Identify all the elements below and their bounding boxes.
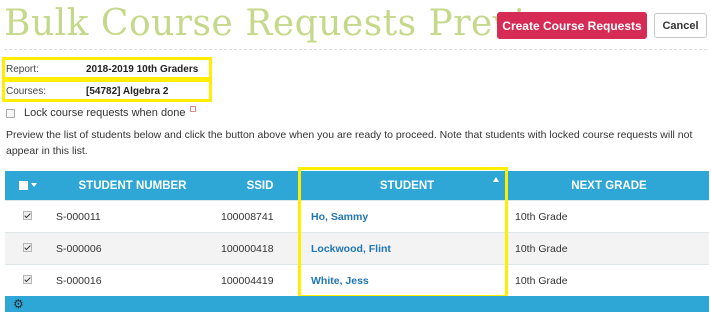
- next-grade-cell: 10th Grade: [509, 232, 709, 265]
- ssid-cell: 100000418: [215, 232, 305, 265]
- chevron-down-icon[interactable]: [30, 183, 37, 188]
- student-number-cell: S-000016: [50, 264, 215, 296]
- column-header-next-grade[interactable]: NEXT GRADE: [509, 171, 709, 201]
- create-course-requests-button[interactable]: Create Course Requests: [497, 12, 647, 39]
- report-label: Report:: [6, 64, 39, 75]
- column-header-ssid[interactable]: SSID: [215, 171, 305, 201]
- report-value: 2018-2019 10th Graders: [86, 64, 199, 75]
- row-select-cell[interactable]: [5, 264, 50, 296]
- lock-label[interactable]: Lock course requests when done: [24, 107, 185, 119]
- courses-row: Courses: [54782] Algebra 2: [6, 85, 168, 99]
- ssid-cell: 100004419: [215, 264, 305, 296]
- help-icon[interactable]: [190, 106, 197, 112]
- student-number-cell: S-000011: [50, 200, 215, 233]
- student-number-cell: S-000006: [50, 232, 215, 265]
- lock-option[interactable]: Lock course requests when done: [6, 106, 197, 119]
- courses-value: [54782] Algebra 2: [86, 86, 169, 97]
- courses-label: Courses:: [6, 86, 47, 97]
- lock-checkbox[interactable]: [6, 108, 15, 118]
- row-checkbox[interactable]: [23, 242, 32, 252]
- select-all-header[interactable]: [5, 171, 50, 201]
- page-title: Bulk Course Requests Preview: [4, 3, 579, 44]
- gear-icon[interactable]: ⚙: [13, 298, 24, 310]
- next-grade-cell: 10th Grade: [509, 200, 709, 233]
- row-select-cell[interactable]: [5, 232, 50, 265]
- row-checkbox[interactable]: [23, 274, 32, 284]
- cancel-button[interactable]: Cancel: [654, 13, 707, 38]
- column-header-student-number[interactable]: STUDENT NUMBER: [50, 171, 215, 201]
- header-divider: [4, 49, 707, 50]
- select-all-checkbox[interactable]: [18, 180, 28, 190]
- student-column-highlight: [298, 167, 508, 298]
- report-row: Report: 2018-2019 10th Graders: [6, 63, 198, 77]
- next-grade-cell: 10th Grade: [509, 264, 709, 296]
- row-select-cell[interactable]: [5, 200, 50, 233]
- ssid-cell: 100008741: [215, 200, 305, 233]
- row-checkbox[interactable]: [23, 210, 32, 220]
- table-footer: ⚙: [5, 296, 709, 312]
- instructions-text: Preview the list of students below and c…: [6, 129, 693, 157]
